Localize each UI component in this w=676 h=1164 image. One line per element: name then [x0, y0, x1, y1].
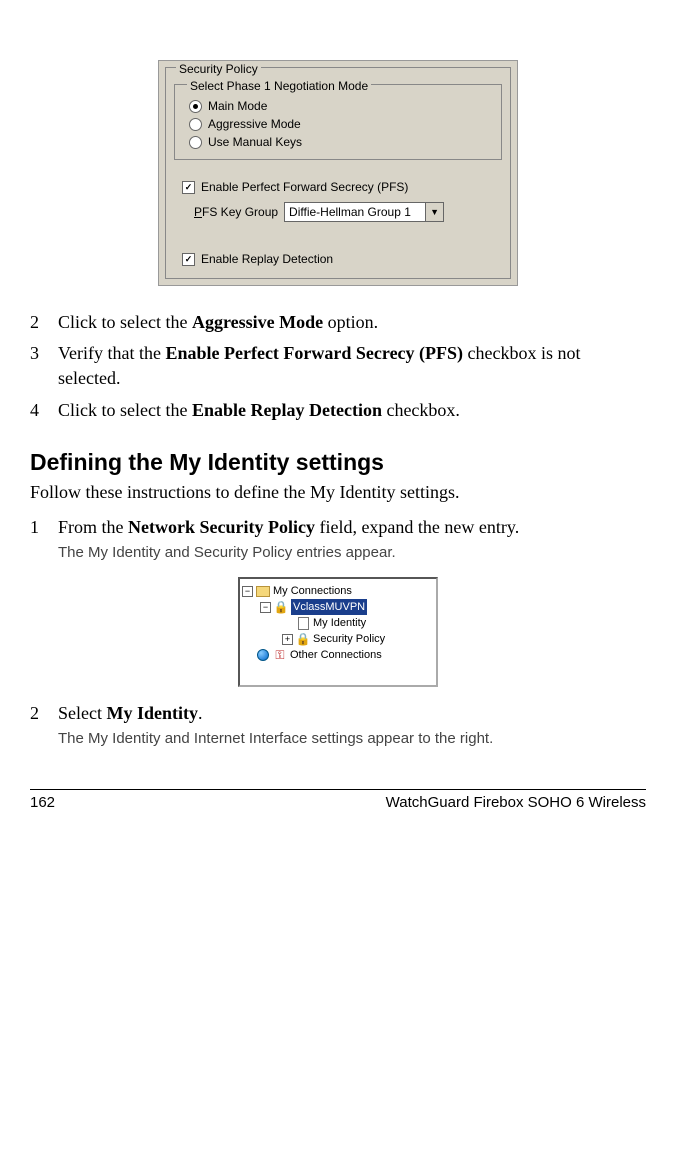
pfs-key-group-row: PFS Key Group Diffie-Hellman Group 1 ▼	[194, 202, 502, 222]
lock-icon: 🔒	[274, 601, 288, 613]
tree-label-selected: VclassMUVPN	[291, 599, 367, 615]
step-text: Verify that the Enable Perfect Forward S…	[58, 341, 646, 391]
step-number: 2	[30, 701, 44, 726]
step-text: Click to select the Enable Replay Detect…	[58, 398, 646, 423]
checkbox-label: Enable Replay Detection	[201, 252, 333, 266]
step-note: The My Identity and Internet Interface s…	[58, 728, 646, 749]
section-intro: Follow these instructions to define the …	[30, 480, 646, 505]
negotiation-mode-legend: Select Phase 1 Negotiation Mode	[187, 79, 371, 93]
document-icon	[296, 617, 310, 629]
security-policy-group: Security Policy Select Phase 1 Negotiati…	[165, 67, 511, 279]
step-text: Select My Identity. The My Identity and …	[58, 701, 646, 749]
checkbox-icon: ✓	[182, 253, 195, 266]
step-4: 4 Click to select the Enable Replay Dete…	[30, 398, 646, 423]
checkbox-icon: ✓	[182, 181, 195, 194]
step-number: 4	[30, 398, 44, 423]
pfs-key-group-select[interactable]: Diffie-Hellman Group 1 ▼	[284, 202, 444, 222]
radio-icon	[189, 100, 202, 113]
tree-other-connections[interactable]: ⚿ Other Connections	[242, 647, 434, 663]
negotiation-mode-group: Select Phase 1 Negotiation Mode Main Mod…	[174, 84, 502, 160]
step-note: The My Identity and Security Policy entr…	[58, 542, 646, 563]
step-3: 3 Verify that the Enable Perfect Forward…	[30, 341, 646, 391]
step-text: Click to select the Aggressive Mode opti…	[58, 310, 646, 335]
radio-label: Main Mode	[208, 99, 267, 113]
section-heading: Defining the My Identity settings	[30, 449, 646, 476]
radio-icon	[189, 136, 202, 149]
step-number: 2	[30, 310, 44, 335]
step-number: 3	[30, 341, 44, 366]
globe-icon	[256, 649, 270, 661]
radio-label: Aggressive Mode	[208, 117, 301, 131]
collapse-icon[interactable]: −	[242, 586, 253, 597]
radio-main-mode[interactable]: Main Mode	[185, 97, 491, 115]
connections-tree: − My Connections − 🔒 VclassMUVPN My Iden…	[238, 577, 438, 687]
tree-label: My Identity	[313, 615, 366, 631]
page-footer: 162 WatchGuard Firebox SOHO 6 Wireless	[30, 794, 646, 811]
checkbox-enable-replay-detection[interactable]: ✓ Enable Replay Detection	[178, 250, 502, 268]
key-icon: ⚿	[273, 649, 287, 661]
radio-icon	[189, 118, 202, 131]
dropdown-value: Diffie-Hellman Group 1	[285, 205, 425, 219]
tree-connection[interactable]: − 🔒 VclassMUVPN	[242, 599, 434, 615]
step-b1: 1 From the Network Security Policy field…	[30, 515, 646, 563]
tree-security-policy[interactable]: + 🔒 Security Policy	[242, 631, 434, 647]
step-number: 1	[30, 515, 44, 540]
checkbox-label: Enable Perfect Forward Secrecy (PFS)	[201, 180, 408, 194]
footer-rule	[30, 789, 646, 790]
tree-my-identity[interactable]: My Identity	[242, 615, 434, 631]
page-number: 162	[30, 794, 55, 811]
step-b2: 2 Select My Identity. The My Identity an…	[30, 701, 646, 749]
step-text: From the Network Security Policy field, …	[58, 515, 646, 563]
tree-label: Other Connections	[290, 647, 382, 663]
product-name: WatchGuard Firebox SOHO 6 Wireless	[386, 794, 646, 811]
expand-icon[interactable]: +	[282, 634, 293, 645]
step-2: 2 Click to select the Aggressive Mode op…	[30, 310, 646, 335]
tree-root[interactable]: − My Connections	[242, 583, 434, 599]
lock-icon: 🔒	[296, 633, 310, 645]
chevron-down-icon: ▼	[425, 203, 443, 221]
folder-icon	[256, 585, 270, 597]
security-policy-panel: Security Policy Select Phase 1 Negotiati…	[158, 60, 518, 286]
collapse-icon[interactable]: −	[260, 602, 271, 613]
tree-label: Security Policy	[313, 631, 385, 647]
checkbox-enable-pfs[interactable]: ✓ Enable Perfect Forward Secrecy (PFS)	[178, 178, 502, 196]
radio-use-manual-keys[interactable]: Use Manual Keys	[185, 133, 491, 151]
tree-label: My Connections	[273, 583, 352, 599]
radio-aggressive-mode[interactable]: Aggressive Mode	[185, 115, 491, 133]
radio-label: Use Manual Keys	[208, 135, 302, 149]
pfs-key-group-label: PFS Key Group	[194, 205, 278, 219]
security-policy-legend: Security Policy	[176, 62, 261, 76]
